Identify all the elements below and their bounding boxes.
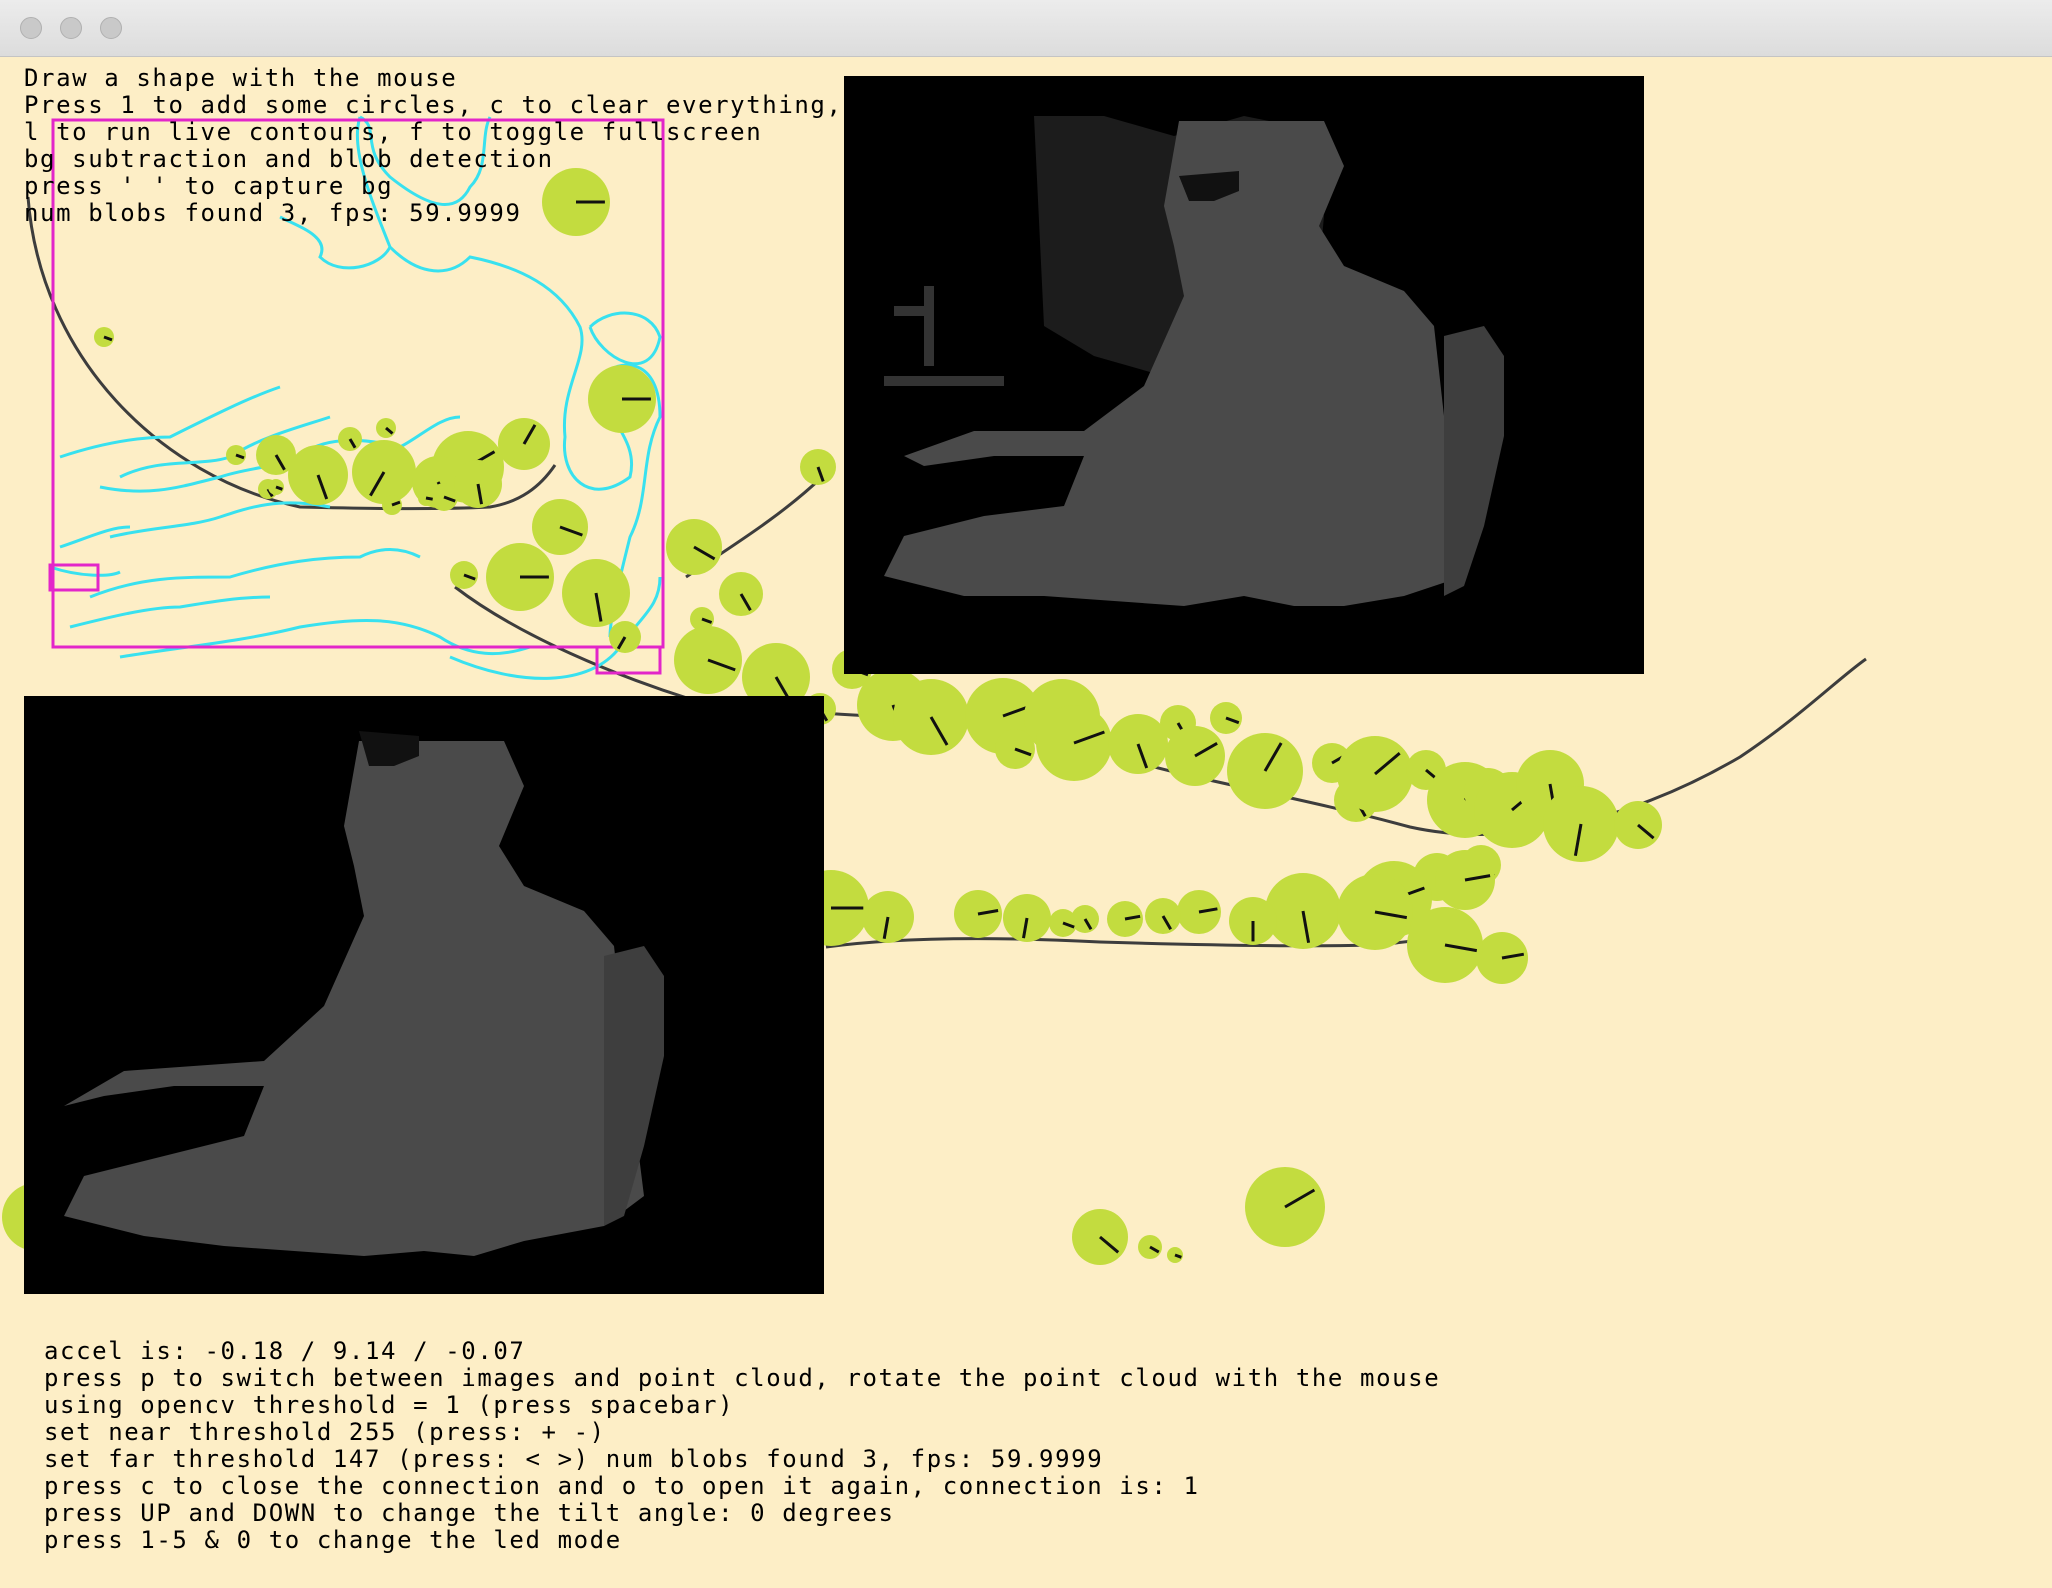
hud-line: press p to switch between images and poi…	[44, 1364, 1441, 1392]
hud-bottom-text: accel is: -0.18 / 9.14 / -0.07 press p to…	[44, 1338, 1440, 1554]
hud-line: press UP and DOWN to change the tilt ang…	[44, 1499, 895, 1527]
hud-line: num blobs found 3, fps: 59.9999	[24, 199, 522, 227]
depth-figure-top	[844, 76, 1644, 674]
hud-line: l to run live contours, f to toggle full…	[24, 118, 763, 146]
circle-orientation-line	[425, 496, 433, 501]
depth-figure-bottom	[24, 696, 824, 1294]
maximize-button[interactable]	[100, 17, 122, 39]
drawing-canvas[interactable]: Draw a shape with the mouse Press 1 to ad…	[0, 57, 2052, 1588]
close-button[interactable]	[20, 17, 42, 39]
hud-top-text: Draw a shape with the mouse Press 1 to ad…	[24, 65, 843, 227]
title-bar[interactable]	[0, 0, 2052, 57]
hud-line: accel is: -0.18 / 9.14 / -0.07	[44, 1337, 526, 1365]
depth-image-bottom	[24, 696, 824, 1294]
hud-line: using opencv threshold = 1 (press spaceb…	[44, 1391, 735, 1419]
app-window: Draw a shape with the mouse Press 1 to ad…	[0, 0, 2052, 1588]
hud-line: set far threshold 147 (press: < >) num b…	[44, 1445, 1104, 1473]
hud-line: set near threshold 255 (press: + -)	[44, 1418, 606, 1446]
minimize-button[interactable]	[60, 17, 82, 39]
depth-image-top	[844, 76, 1644, 674]
hud-line: press c to close the connection and o to…	[44, 1472, 1200, 1500]
hud-line: Press 1 to add some circles, c to clear …	[24, 91, 843, 119]
hud-line: bg subtraction and blob detection	[24, 145, 554, 173]
hud-line: press ' ' to capture bg	[24, 172, 394, 200]
hud-line: press 1-5 & 0 to change the led mode	[44, 1526, 622, 1554]
hud-line: Draw a shape with the mouse	[24, 64, 458, 92]
